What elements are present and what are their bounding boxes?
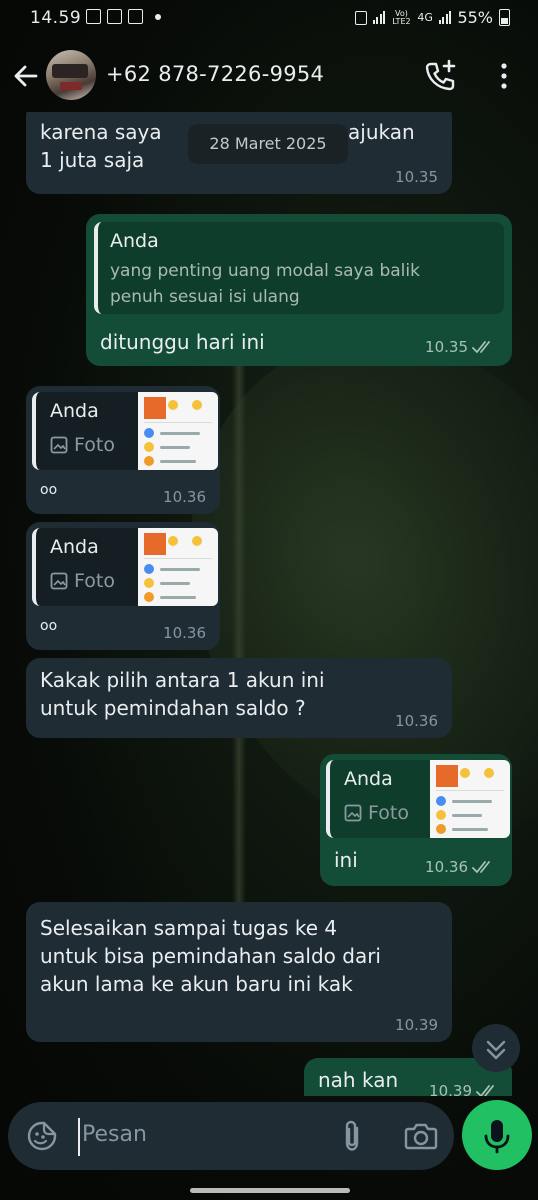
photo-icon [50, 572, 68, 590]
message-bubble-incoming[interactable]: Kakak pilih antara 1 akun ini untuk pemi… [26, 658, 452, 738]
more-vert-icon[interactable] [492, 60, 516, 92]
quoted-photo-label: Foto [344, 802, 409, 824]
more-notifications-dot-icon [155, 14, 161, 20]
message-bubble-outgoing[interactable]: Anda Foto ini 10.36 [320, 754, 512, 886]
notification-icons [86, 9, 161, 24]
quoted-sender: Anda [50, 536, 99, 558]
message-time: 10.36 [163, 488, 206, 506]
message-text: oo [40, 618, 58, 634]
quoted-photo-message[interactable]: Anda Foto [32, 392, 218, 470]
message-bubble-incoming[interactable]: Anda Foto oo 10.36 [26, 522, 220, 650]
message-bubble-incoming[interactable]: Anda Foto oo 10.36 [26, 386, 220, 514]
camera-icon[interactable] [404, 1120, 438, 1152]
message-time: 10.36 [425, 858, 468, 876]
gesture-bar [0, 1188, 538, 1200]
message-composer[interactable]: Pesan [8, 1102, 454, 1170]
message-text: nah kan [318, 1068, 399, 1092]
message-time: 10.36 [395, 712, 438, 730]
double-check-icon [476, 1085, 494, 1096]
message-input[interactable]: Pesan [82, 1122, 147, 1147]
photo-icon [50, 436, 68, 454]
mic-icon [484, 1120, 510, 1154]
quoted-message[interactable]: Anda yang penting uang modal saya balik … [94, 222, 504, 314]
quoted-type: Foto [74, 570, 115, 592]
message-text: Selesaikan sampai tugas ke 4 untuk bisa … [40, 916, 381, 996]
quoted-type: Foto [368, 802, 409, 824]
battery-icon [499, 9, 510, 26]
status-right: Vo) LTE2 4G 55% [354, 8, 510, 27]
message-text-part2: ajukan [348, 120, 415, 144]
volte-label: Vo) LTE2 [392, 8, 411, 26]
quoted-photo-label: Foto [50, 434, 115, 456]
quoted-photo-message[interactable]: Anda Foto [326, 760, 510, 838]
status-bar: 14.59 Vo) LTE2 4G 55% [0, 0, 538, 36]
message-time: 10.39 [429, 1082, 472, 1096]
quoted-photo-thumbnail [138, 392, 218, 470]
date-divider: 28 Maret 2025 [188, 124, 348, 164]
quoted-photo-message[interactable]: Anda Foto [32, 528, 218, 606]
quoted-sender: Anda [110, 230, 159, 252]
data-saver-icon [354, 10, 367, 25]
message-time: 10.35 [395, 168, 438, 186]
double-check-icon [472, 861, 490, 873]
shop-notification-icon [128, 9, 143, 24]
message-bubble-outgoing[interactable]: Anda yang penting uang modal saya balik … [86, 214, 512, 366]
message-text: ditunggu hari ini [100, 330, 265, 354]
battery-percent: 55% [457, 8, 493, 27]
add-call-icon[interactable] [422, 58, 458, 94]
scroll-down-button[interactable] [472, 1024, 520, 1072]
scroll-down-icon [486, 1040, 506, 1060]
gift-notification-icon [107, 9, 122, 24]
message-list[interactable]: karena saya ajukan 1 juta saja 10.35 28 … [0, 112, 538, 1096]
chat-header: +62 878-7226-9954 [0, 40, 538, 112]
message-time: 10.39 [395, 1016, 438, 1034]
message-time: 10.35 [425, 338, 468, 356]
quoted-photo-thumbnail [138, 528, 218, 606]
message-text: Kakak pilih antara 1 akun ini untuk pemi… [40, 668, 325, 720]
message-text-line2: 1 juta saja [40, 148, 145, 172]
message-time: 10.36 [163, 624, 206, 642]
quoted-text: yang penting uang modal saya balik penuh… [110, 261, 420, 307]
emoji-sticker-icon[interactable] [26, 1120, 58, 1152]
contact-name[interactable]: +62 878-7226-9954 [106, 62, 324, 86]
quoted-photo-label: Foto [50, 570, 115, 592]
quoted-sender: Anda [50, 400, 99, 422]
mic-button[interactable] [462, 1100, 532, 1170]
text-caret [78, 1118, 80, 1156]
quoted-photo-thumbnail [430, 760, 510, 838]
gesture-handle[interactable] [190, 1188, 350, 1193]
quoted-type: Foto [74, 434, 115, 456]
message-text-part1: karena saya [40, 120, 162, 144]
status-time: 14.59 [30, 8, 82, 28]
photo-icon [344, 804, 362, 822]
avatar[interactable] [46, 50, 96, 100]
network-type: 4G [417, 11, 433, 24]
signal-2-icon [438, 11, 452, 24]
gallery-notification-icon [86, 9, 101, 24]
back-arrow-icon[interactable] [10, 60, 42, 92]
message-bubble-incoming[interactable]: Selesaikan sampai tugas ke 4 untuk bisa … [26, 902, 452, 1042]
message-text: ini [334, 848, 358, 872]
signal-1-icon [372, 11, 386, 24]
message-text: oo [40, 482, 58, 498]
attach-icon[interactable] [338, 1118, 366, 1154]
double-check-icon [472, 341, 490, 353]
quoted-sender: Anda [344, 768, 393, 790]
